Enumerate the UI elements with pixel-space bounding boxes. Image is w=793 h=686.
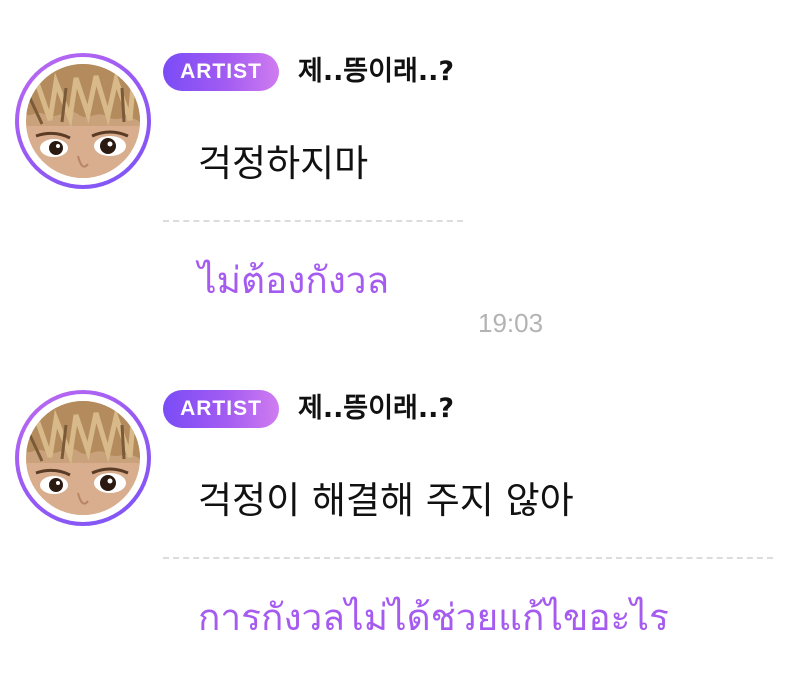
- message-timestamp: 19:03: [478, 308, 544, 338]
- translation-divider: [163, 557, 773, 559]
- sender-name[interactable]: 제..뜽이래..?: [298, 389, 454, 429]
- avatar-photo: [26, 401, 140, 515]
- sender-name[interactable]: 제..뜽이래..?: [298, 52, 454, 92]
- artist-badge: ARTIST: [163, 390, 279, 428]
- artist-badge: ARTIST: [163, 53, 279, 91]
- message-text: 걱정이 해결해 주지 않아: [198, 479, 574, 522]
- avatar-photo: [26, 64, 140, 178]
- message-text: 걱정하지마: [198, 142, 369, 185]
- translated-text: ไม่ต้องกังวล: [198, 259, 390, 302]
- translation-divider: [163, 220, 463, 222]
- avatar[interactable]: [15, 390, 151, 526]
- translated-text: การกังวลไม่ได้ช่วยแก้ไขอะไร: [198, 596, 669, 639]
- avatar[interactable]: [15, 53, 151, 189]
